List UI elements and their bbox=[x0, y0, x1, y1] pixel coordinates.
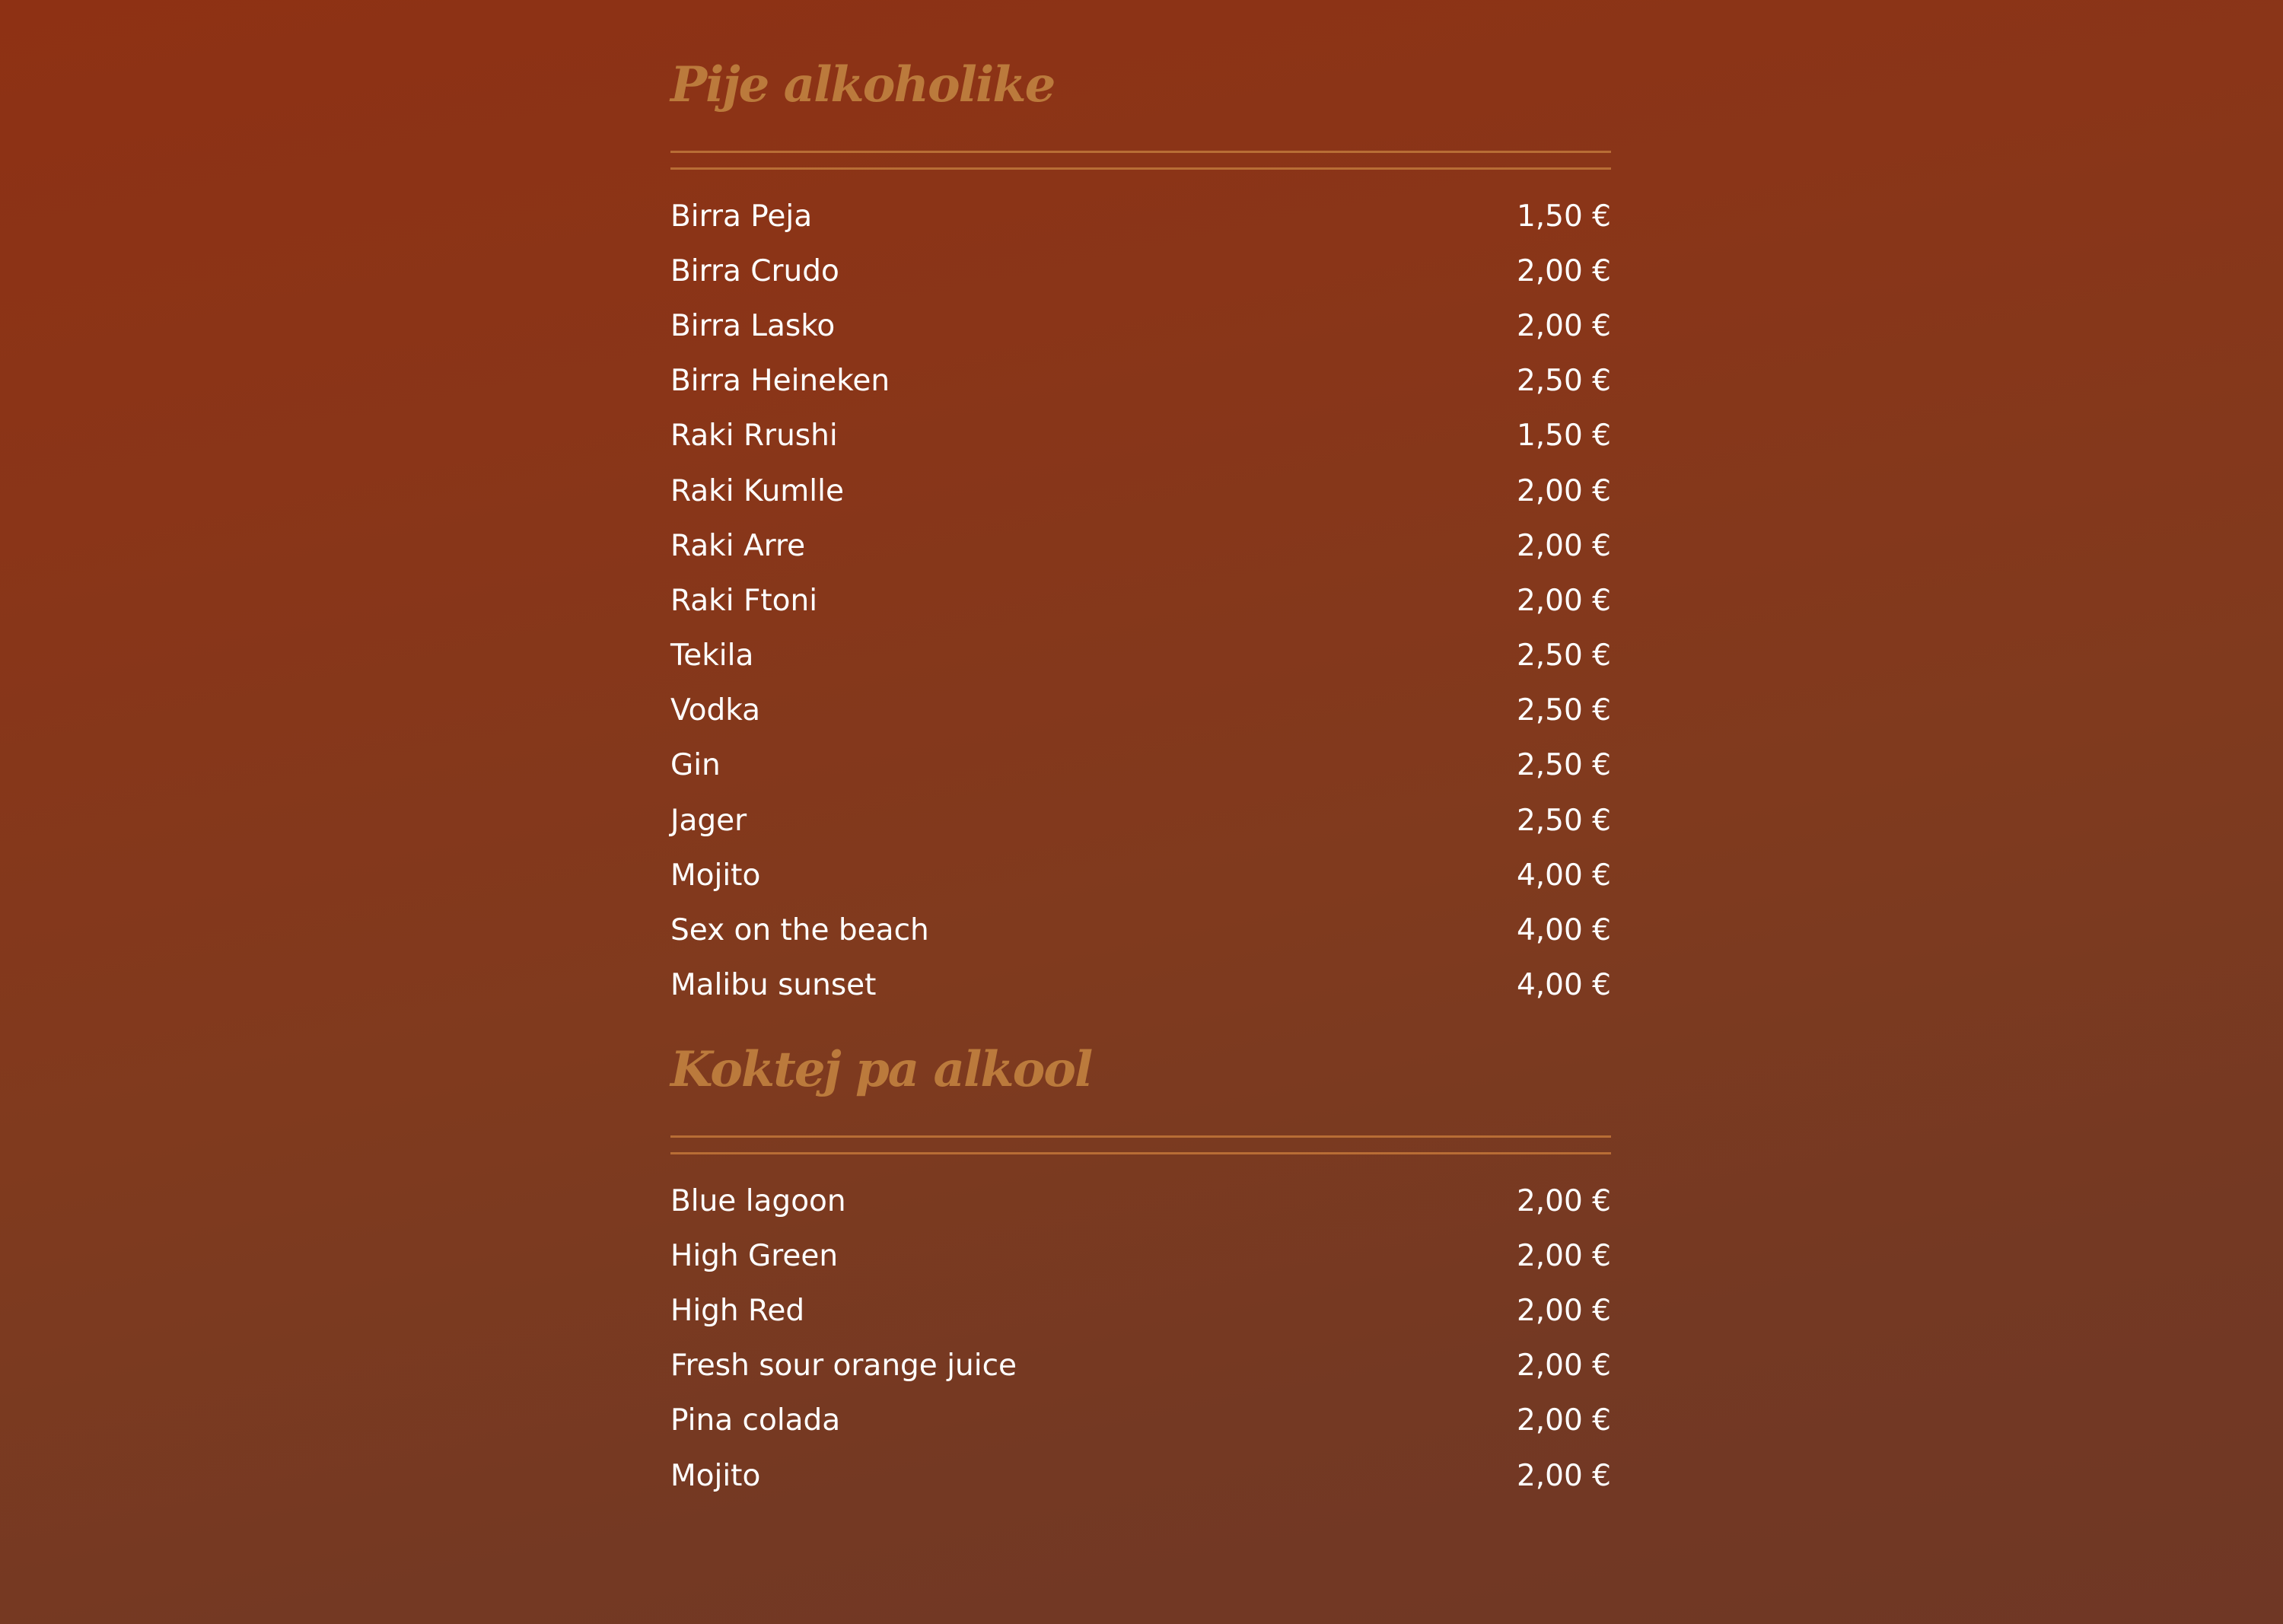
item-name: Gin bbox=[670, 748, 721, 783]
item-name: Birra Lasko bbox=[670, 308, 836, 343]
item-price: 2,50 € bbox=[1516, 364, 1611, 399]
section-divider bbox=[670, 1135, 1611, 1154]
item-price: 2,00 € bbox=[1516, 1403, 1611, 1438]
item-name: Mojito bbox=[670, 1458, 761, 1493]
item-price: 4,00 € bbox=[1516, 968, 1611, 1003]
item-price: 4,00 € bbox=[1516, 913, 1611, 948]
item-name: Fresh sour orange juice bbox=[670, 1349, 1017, 1384]
item-price: 1,50 € bbox=[1516, 199, 1611, 234]
section-title-non-alcoholic: Koktej pa alkool bbox=[670, 1041, 1093, 1098]
item-name: Blue lagoon bbox=[670, 1183, 846, 1218]
item-name: Mojito bbox=[670, 858, 761, 893]
menu-item: Tekila 2,50 € bbox=[670, 629, 1611, 683]
item-name: Raki Kumlle bbox=[670, 473, 844, 508]
item-name: Sex on the beach bbox=[670, 913, 929, 948]
item-price: 2,50 € bbox=[1516, 638, 1611, 673]
menu-item: Birra Peja 1,50 € bbox=[670, 189, 1611, 244]
menu-item: Raki Rrushi 1,50 € bbox=[670, 409, 1611, 463]
menu-item: Raki Ftoni 2,00 € bbox=[670, 573, 1611, 628]
menu-item: Vodka 2,50 € bbox=[670, 683, 1611, 738]
item-price: 2,00 € bbox=[1516, 583, 1611, 618]
menu-item: Birra Crudo 2,00 € bbox=[670, 244, 1611, 298]
item-price: 2,00 € bbox=[1516, 1183, 1611, 1218]
menu-item: Fresh sour orange juice 2,00 € bbox=[670, 1339, 1611, 1393]
item-name: Vodka bbox=[670, 693, 761, 728]
menu-item: Malibu sunset 4,00 € bbox=[670, 958, 1611, 1013]
menu-item: Raki Kumlle 2,00 € bbox=[670, 463, 1611, 518]
menu-item: Sex on the beach 4,00 € bbox=[670, 903, 1611, 957]
section-divider bbox=[670, 151, 1611, 170]
item-name: Pina colada bbox=[670, 1403, 841, 1438]
item-price: 2,00 € bbox=[1516, 1293, 1611, 1328]
menu-item: Raki Arre 2,00 € bbox=[670, 518, 1611, 573]
item-price: 2,00 € bbox=[1516, 308, 1611, 343]
menu-list-non-alcoholic: Blue lagoon 2,00 € High Green 2,00 € High … bbox=[670, 1173, 1611, 1503]
menu-item: Birra Lasko 2,00 € bbox=[670, 298, 1611, 353]
item-name: Raki Ftoni bbox=[670, 583, 818, 618]
item-price: 2,00 € bbox=[1516, 473, 1611, 508]
item-price: 2,00 € bbox=[1516, 1349, 1611, 1384]
item-price: 2,50 € bbox=[1516, 803, 1611, 838]
item-price: 2,50 € bbox=[1516, 693, 1611, 728]
menu-item: Mojito 2,00 € bbox=[670, 1448, 1611, 1503]
menu-item: Pina colada 2,00 € bbox=[670, 1393, 1611, 1448]
item-name: Jager bbox=[670, 803, 747, 838]
item-price: 2,00 € bbox=[1516, 1458, 1611, 1493]
menu-item: Jager 2,50 € bbox=[670, 793, 1611, 848]
menu-item: High Red 2,00 € bbox=[670, 1283, 1611, 1338]
item-price: 2,00 € bbox=[1516, 528, 1611, 563]
menu-item: Blue lagoon 2,00 € bbox=[670, 1173, 1611, 1228]
item-name: Malibu sunset bbox=[670, 968, 877, 1003]
item-name: Birra Crudo bbox=[670, 253, 839, 288]
item-price: 2,50 € bbox=[1516, 748, 1611, 783]
item-price: 2,00 € bbox=[1516, 253, 1611, 288]
item-name: High Red bbox=[670, 1293, 805, 1328]
menu-item: Gin 2,50 € bbox=[670, 738, 1611, 793]
menu-item: Birra Heineken 2,50 € bbox=[670, 354, 1611, 409]
menu-item: Mojito 4,00 € bbox=[670, 848, 1611, 903]
item-name: Birra Heineken bbox=[670, 364, 890, 399]
item-price: 1,50 € bbox=[1516, 419, 1611, 454]
menu-list-alcoholic: Birra Peja 1,50 € Birra Crudo 2,00 € Birra… bbox=[670, 189, 1611, 1013]
item-name: Raki Rrushi bbox=[670, 419, 838, 454]
item-price: 4,00 € bbox=[1516, 858, 1611, 893]
section-title-alcoholic: Pije alkoholike bbox=[670, 56, 1056, 113]
item-name: Tekila bbox=[670, 638, 754, 673]
item-name: Birra Peja bbox=[670, 199, 813, 234]
item-name: High Green bbox=[670, 1238, 839, 1273]
item-name: Raki Arre bbox=[670, 528, 806, 563]
item-price: 2,00 € bbox=[1516, 1238, 1611, 1273]
menu-item: High Green 2,00 € bbox=[670, 1228, 1611, 1283]
